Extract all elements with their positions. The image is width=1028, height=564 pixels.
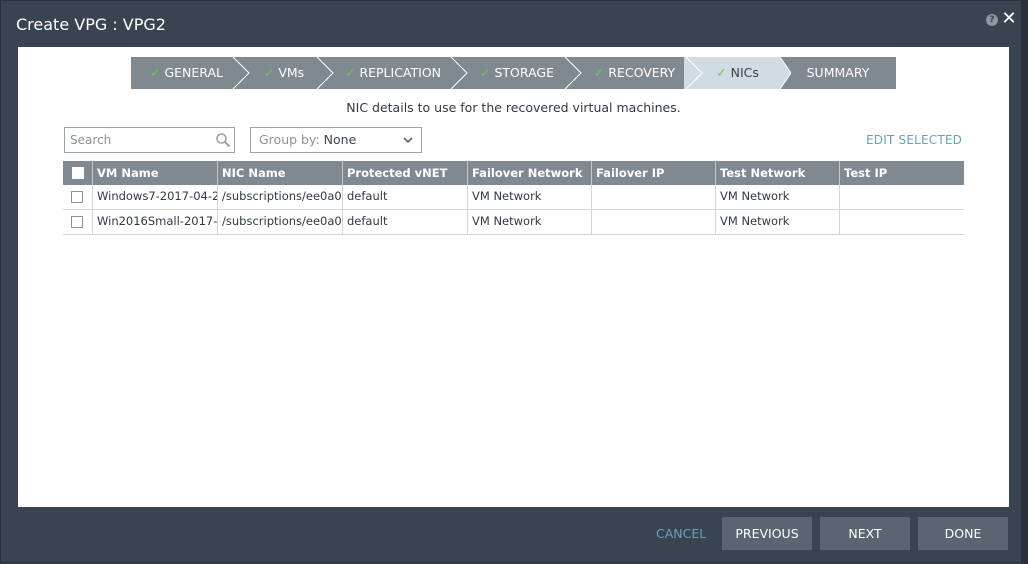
failover-network-cell: VM Network (468, 185, 592, 209)
row-checkbox[interactable] (71, 216, 83, 228)
test-ip-cell (840, 185, 964, 209)
check-icon: ✓ (149, 65, 161, 80)
step-summary[interactable]: SUMMARY (780, 57, 896, 89)
step-replication[interactable]: ✓ REPLICATION (326, 57, 460, 89)
next-button[interactable]: NEXT (820, 517, 910, 550)
create-vpg-dialog: Create VPG : VPG2 ? ✕ ✓ GENERAL ✓ VMs ✓ REP… (0, 0, 1028, 564)
nic-name-cell: /subscriptions/ee0a0 (218, 185, 343, 209)
test-network-cell: VM Network (716, 185, 840, 209)
group-by-select[interactable]: Group by: None (250, 127, 422, 153)
row-select-cell (63, 185, 93, 209)
cancel-button[interactable]: CANCEL (656, 526, 706, 541)
column-header[interactable]: Protected vNET (343, 161, 468, 185)
wizard-steps: ✓ GENERAL ✓ VMs ✓ REPLICATION ✓ STORAGE ✓ REC… (131, 57, 896, 89)
test-ip-cell (840, 210, 964, 234)
step-separator-chevron (232, 57, 250, 89)
group-by-value: None (323, 132, 357, 147)
test-network-cell: VM Network (716, 210, 840, 234)
failover-ip-cell (592, 210, 716, 234)
step-label: STORAGE (494, 65, 554, 80)
done-button[interactable]: DONE (918, 517, 1008, 550)
step-label: GENERAL (164, 65, 223, 80)
table-header: VM Name NIC Name Protected vNET Failover… (63, 161, 964, 185)
vm-name-cell: Win2016Small-2017- (93, 210, 218, 234)
column-header[interactable]: VM Name (93, 161, 218, 185)
chevron-down-icon (403, 137, 413, 144)
step-vms[interactable]: ✓ VMs (242, 57, 326, 89)
select-all-checkbox[interactable] (72, 167, 84, 179)
step-separator-chevron (769, 57, 791, 89)
step-label: NICs (730, 65, 759, 80)
step-recovery[interactable]: ✓ RECOVERY (574, 57, 695, 89)
nic-name-cell: /subscriptions/ee0a0 (218, 210, 343, 234)
failover-network-cell: VM Network (468, 210, 592, 234)
step-nics[interactable]: ✓ NICs (695, 57, 780, 89)
previous-button[interactable]: PREVIOUS (722, 517, 812, 550)
edit-selected-link[interactable]: EDIT SELECTED (866, 133, 962, 147)
step-storage[interactable]: ✓ STORAGE (460, 57, 574, 89)
check-icon: ✓ (716, 65, 727, 80)
step-label: REPLICATION (359, 65, 442, 80)
column-header[interactable]: Failover Network (468, 161, 592, 185)
row-checkbox[interactable] (71, 191, 83, 203)
step-label: SUMMARY (806, 65, 870, 80)
column-header[interactable]: NIC Name (218, 161, 343, 185)
page-subtitle: NIC details to use for the recovered vir… (346, 100, 681, 115)
protected-vnet-cell: default (343, 210, 468, 234)
window-edge (1021, 1, 1028, 564)
step-general[interactable]: ✓ GENERAL (131, 57, 242, 89)
step-separator-chevron (316, 57, 334, 89)
check-icon: ✓ (593, 65, 605, 80)
column-header[interactable]: Test IP (840, 161, 964, 185)
step-separator-chevron (684, 57, 706, 89)
help-icon[interactable]: ? (986, 14, 998, 26)
search-input[interactable] (65, 128, 205, 152)
vm-name-cell: Windows7-2017-04-2 (93, 185, 218, 209)
table-row[interactable]: Windows7-2017-04-2 /subscriptions/ee0a0 … (63, 185, 964, 210)
step-label: RECOVERY (608, 65, 676, 80)
wizard-content: ✓ GENERAL ✓ VMs ✓ REPLICATION ✓ STORAGE ✓ REC… (18, 47, 1009, 507)
close-icon[interactable]: ✕ (1001, 10, 1017, 28)
step-separator-chevron (450, 57, 468, 89)
check-icon: ✓ (344, 65, 356, 80)
column-header[interactable]: Failover IP (592, 161, 716, 185)
protected-vnet-cell: default (343, 185, 468, 209)
header-select-cell (63, 161, 93, 185)
check-icon: ✓ (263, 65, 275, 80)
search-icon[interactable] (215, 132, 231, 148)
column-header[interactable]: Test Network (716, 161, 840, 185)
dialog-title: Create VPG : VPG2 (16, 15, 166, 34)
check-icon: ✓ (480, 65, 491, 80)
group-by-label: Group by: (259, 132, 320, 147)
table-row[interactable]: Win2016Small-2017- /subscriptions/ee0a0 … (63, 210, 964, 235)
row-select-cell (63, 210, 93, 234)
step-label: VMs (278, 65, 305, 80)
title-bar: Create VPG : VPG2 ? ✕ (1, 1, 1021, 47)
failover-ip-cell (592, 185, 716, 209)
step-separator-chevron (564, 57, 582, 89)
search-field[interactable] (64, 127, 235, 153)
